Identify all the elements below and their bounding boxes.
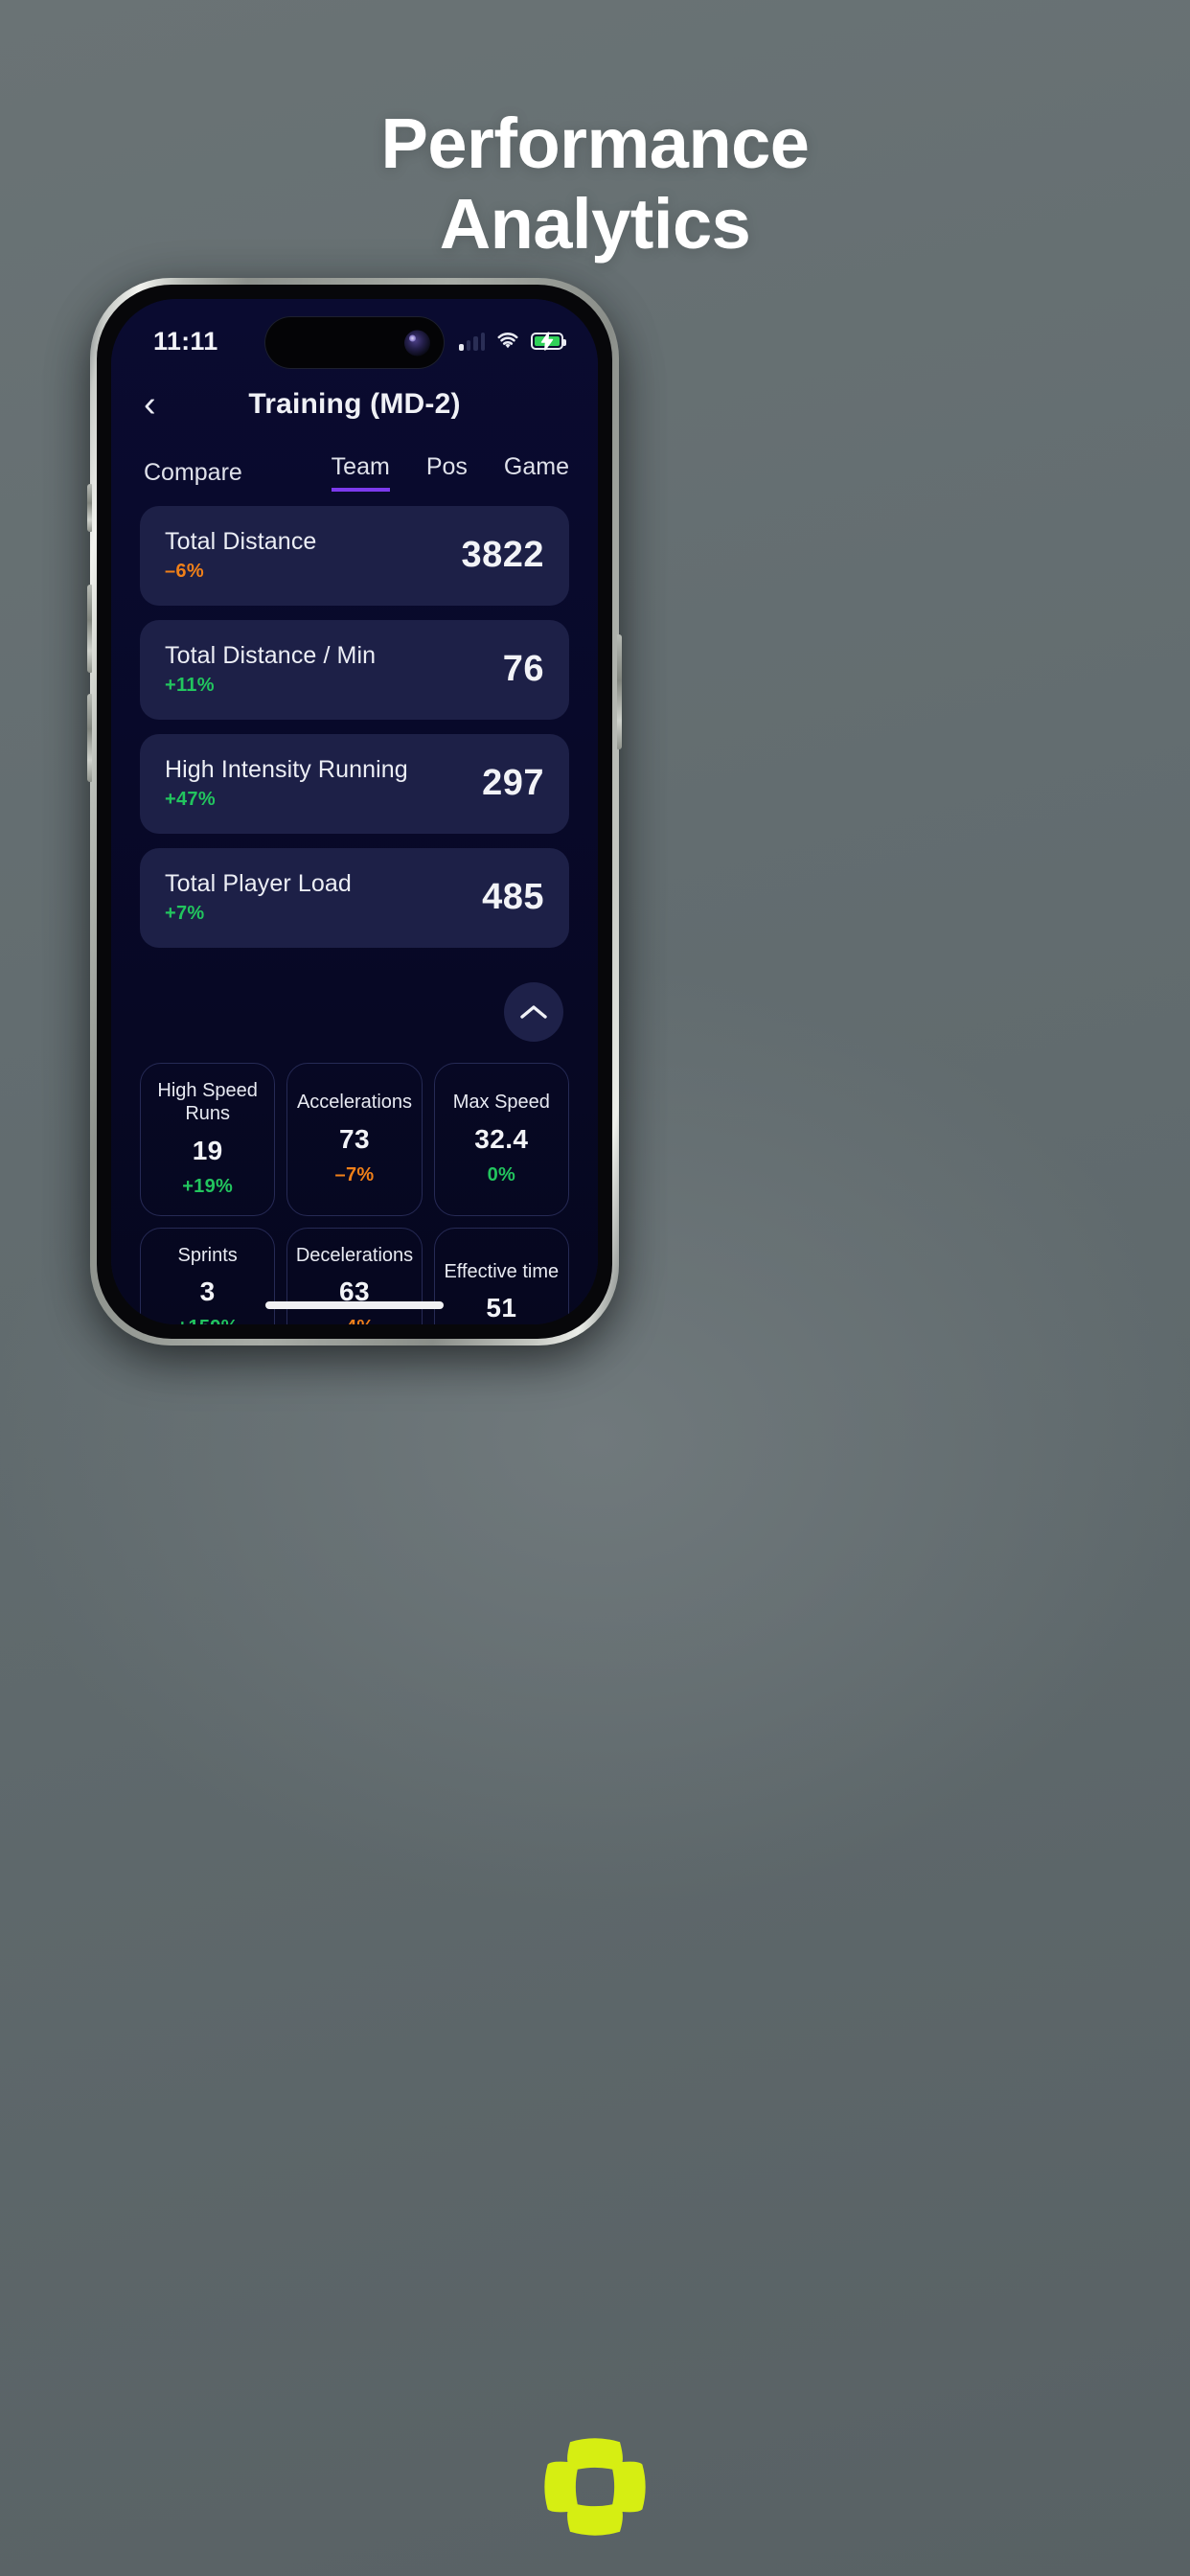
front-camera-icon [404, 330, 430, 356]
metric-card[interactable]: Total Distance / Min +11% 76 [140, 620, 569, 720]
tab-game[interactable]: Game [504, 453, 569, 492]
tab-pos[interactable]: Pos [426, 453, 468, 492]
phone-mockup: 11:11 ‹ Training (MD-2) Compare Team Pos… [87, 278, 622, 1346]
tile-name: Effective time [444, 1260, 560, 1282]
metric-tile[interactable]: High Speed Runs 19 +19% [140, 1063, 276, 1216]
tile-delta: +19% [182, 1175, 234, 1197]
metric-tile[interactable]: Sprints 3 +159% [140, 1227, 276, 1324]
metric-delta: +7% [165, 902, 205, 924]
metric-name: Total Distance [165, 527, 317, 555]
metric-delta: –6% [165, 560, 204, 582]
tile-value: 73 [339, 1123, 370, 1154]
dynamic-island [264, 316, 445, 369]
chevron-left-icon[interactable]: ‹ [144, 386, 182, 423]
tile-value: 19 [192, 1135, 223, 1165]
compare-tab-group: Team Pos Game [331, 453, 569, 492]
silent-switch-button[interactable] [87, 484, 92, 532]
metric-name: Total Player Load [165, 869, 352, 897]
metric-delta: +11% [165, 674, 215, 696]
promo-heading: Performance Analytics [0, 104, 1190, 265]
brand-cross-logo-icon [544, 2438, 646, 2536]
metric-card-list: Total Distance –6% 3822 Total Distance /… [111, 498, 598, 948]
tile-delta: +159% [176, 1317, 238, 1324]
tile-name: Accelerations [296, 1092, 413, 1114]
tile-name: High Speed Runs [157, 1080, 258, 1125]
promo-heading-line-1: Performance [380, 104, 810, 183]
status-clock: 11:11 [153, 326, 218, 356]
metric-value: 297 [482, 762, 544, 803]
phone-bezel: 11:11 ‹ Training (MD-2) Compare Team Pos… [97, 285, 612, 1339]
metric-delta: +47% [165, 788, 216, 810]
tab-team[interactable]: Team [331, 453, 390, 492]
chevron-up-icon [520, 1005, 547, 1019]
power-button[interactable] [617, 634, 622, 749]
tile-value: 51 [486, 1292, 517, 1322]
tile-value: 32.4 [474, 1123, 529, 1154]
metric-value: 3822 [461, 534, 544, 575]
tile-delta: –7% [334, 1163, 375, 1185]
tile-name: Sprints [177, 1245, 238, 1267]
phone-screen: 11:11 ‹ Training (MD-2) Compare Team Pos… [111, 299, 598, 1324]
tile-delta: 0% [487, 1163, 516, 1185]
metric-name: High Intensity Running [165, 755, 408, 783]
metric-tile[interactable]: Decelerations 63 –4% [286, 1227, 423, 1324]
collapse-toggle-button[interactable] [504, 982, 563, 1042]
tile-name: Decelerations [295, 1245, 414, 1267]
tile-delta: –4% [335, 1317, 375, 1324]
compare-toolbar: Compare Team Pos Game [111, 437, 598, 498]
wifi-icon [497, 333, 518, 349]
collapse-row [111, 948, 598, 1063]
promo-heading-line-2: Analytics [439, 184, 751, 264]
metric-card[interactable]: Total Distance –6% 3822 [140, 506, 569, 606]
tile-name: Max Speed [452, 1092, 550, 1114]
cellular-signal-icon [459, 332, 485, 351]
metric-tile[interactable]: Accelerations 73 –7% [286, 1063, 423, 1216]
metric-card[interactable]: High Intensity Running +47% 297 [140, 734, 569, 834]
volume-up-button[interactable] [87, 585, 92, 673]
metric-name: Total Distance / Min [165, 641, 377, 669]
volume-down-button[interactable] [87, 694, 92, 782]
metric-card[interactable]: Total Player Load +7% 485 [140, 848, 569, 948]
compare-label: Compare [144, 458, 242, 486]
metric-tile-grid: High Speed Runs 19 +19% Accelerations 73… [111, 1063, 598, 1324]
app-nav-bar: ‹ Training (MD-2) [111, 372, 598, 437]
home-indicator[interactable] [265, 1301, 444, 1309]
metric-value: 485 [482, 876, 544, 917]
app-content: ‹ Training (MD-2) Compare Team Pos Game [111, 299, 598, 1324]
tile-value: 3 [199, 1276, 216, 1307]
metric-tile[interactable]: Effective time 51 [433, 1227, 569, 1324]
page-title: Training (MD-2) [248, 388, 461, 420]
metric-tile[interactable]: Max Speed 32.4 0% [433, 1063, 569, 1216]
status-icons [459, 332, 566, 351]
battery-charging-icon [531, 332, 566, 351]
metric-value: 76 [502, 648, 544, 689]
